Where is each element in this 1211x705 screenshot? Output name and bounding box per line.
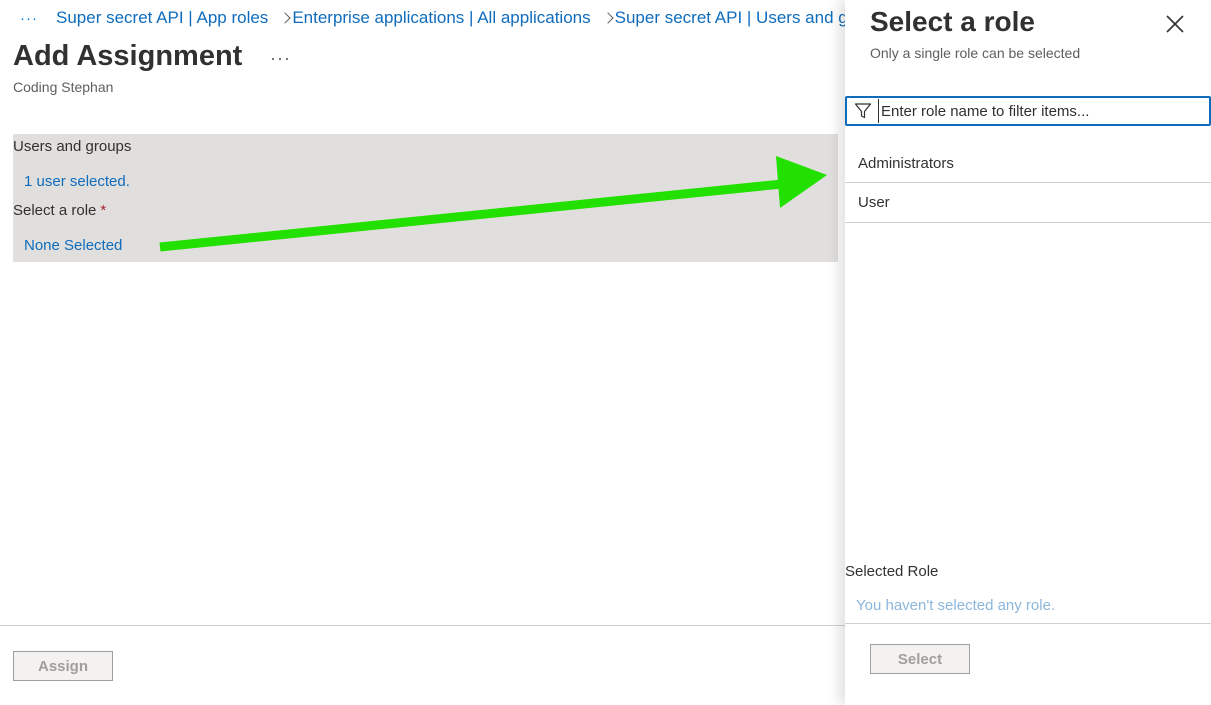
role-list: Administrators User [845,144,1211,223]
page-subtitle: Coding Stephan [13,79,114,95]
panel-subtitle: Only a single role can be selected [870,45,1081,61]
select-role-label-text: Select a role [13,202,97,219]
role-filter [845,96,1211,126]
panel-divider [845,623,1211,624]
more-options-icon[interactable]: ··· [270,48,291,69]
assignment-form: Users and groups 1 user selected. Select… [13,134,838,262]
breadcrumb-more-icon[interactable]: ··· [20,10,38,27]
role-item-administrators[interactable]: Administrators [845,144,1211,183]
none-selected-link[interactable]: None Selected [24,237,122,254]
users-selected-link[interactable]: 1 user selected. [24,173,130,190]
role-item-user[interactable]: User [845,183,1211,223]
breadcrumb: ··· Super secret API | App roles Enterpr… [20,6,850,30]
page-title: Add Assignment [13,40,243,72]
selected-role-empty-text: You haven't selected any role. [856,597,1056,614]
users-and-groups-label: Users and groups [13,138,132,155]
breadcrumb-item-app-roles[interactable]: Super secret API | App roles [56,8,268,28]
filter-icon [854,103,872,119]
panel-title: Select a role [870,6,1035,37]
close-icon-svg [1166,15,1184,33]
breadcrumb-item-users-and-groups[interactable]: Super secret API | Users and groups [615,8,850,28]
select-role-label: Select a role * [13,202,106,219]
select-button[interactable]: Select [870,644,970,674]
required-marker: * [100,202,107,219]
close-icon[interactable] [1163,12,1187,36]
select-role-panel: Select a role Only a single role can be … [845,0,1211,705]
footer-divider [0,625,845,626]
assign-button[interactable]: Assign [13,651,113,681]
breadcrumb-item-enterprise-applications[interactable]: Enterprise applications | All applicatio… [292,8,590,28]
selected-role-label: Selected Role [845,563,939,580]
role-filter-input[interactable] [878,99,1198,123]
